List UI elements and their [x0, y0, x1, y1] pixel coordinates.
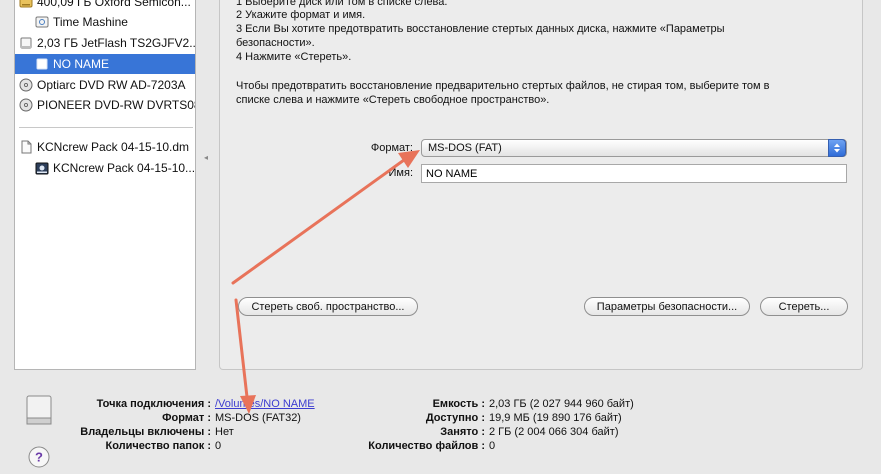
usb-drive-icon	[26, 395, 52, 425]
disk-list-sidebar[interactable]: 400,09 ГБ Oxford Semicon... Time Mashine…	[14, 0, 196, 370]
mounted-volume-icon	[35, 162, 49, 175]
available-value: 19,9 МБ (19 890 176 байт)	[489, 412, 622, 424]
free-space-note: Чтобы предотвратить восстановление предв…	[236, 80, 770, 92]
owners-value: Нет	[215, 426, 234, 438]
sidebar-item-kcncrew-volume[interactable]: KCNcrew Pack 04-15-10...	[15, 158, 196, 178]
files-value: 0	[489, 440, 496, 452]
format-label: Формат:	[370, 142, 413, 154]
mount-point-label: Точка подключения :	[96, 398, 211, 410]
sidebar-item-label: KCNcrew Pack 04-15-10...	[53, 161, 196, 175]
sidebar-item-label: 400,09 ГБ Oxford Semicon...	[37, 0, 191, 9]
folders-label: Количество папок :	[105, 440, 211, 452]
erase-button[interactable]: Стереть...	[760, 297, 848, 316]
hard-drive-icon	[19, 0, 33, 8]
sidebar-item-label: NO NAME	[53, 57, 110, 71]
instruction-line: 3 Если Вы хотите предотвратить восстанов…	[236, 23, 725, 35]
free-space-note: списке слева и нажмите «Стереть свободно…	[236, 94, 550, 106]
instruction-line: 4 Нажмите «Стереть».	[236, 51, 352, 63]
sidebar-item-label: Optiarc DVD RW AD-7203A	[37, 78, 186, 92]
mount-point-link[interactable]: /Volumes/NO NAME	[215, 398, 315, 410]
sidebar-item-pioneer-dvd[interactable]: PIONEER DVD-RW DVRTS08	[15, 95, 196, 115]
format-select[interactable]: MS-DOS (FAT)	[421, 139, 847, 157]
sidebar-item-label: Time Mashine	[53, 15, 128, 29]
sidebar-item-jetflash[interactable]: 2,03 ГБ JetFlash TS2GJFV2...	[15, 33, 196, 53]
sidebar-item-time-mashine[interactable]: Time Mashine	[15, 12, 195, 32]
name-label: Имя:	[388, 167, 413, 179]
capacity-label: Емкость :	[432, 398, 485, 410]
split-resize-handle[interactable]: ◂	[204, 154, 209, 162]
optical-drive-icon	[19, 78, 33, 92]
help-button[interactable]: ?	[28, 446, 50, 468]
svg-text:?: ?	[35, 450, 43, 465]
sidebar-separator	[19, 127, 193, 128]
format-info-label: Формат :	[162, 412, 211, 424]
format-select-value: MS-DOS (FAT)	[428, 142, 502, 154]
capacity-value: 2,03 ГБ (2 027 944 960 байт)	[489, 398, 634, 410]
format-info-value: MS-DOS (FAT32)	[215, 412, 301, 424]
used-value: 2 ГБ (2 004 066 304 байт)	[489, 426, 619, 438]
disk-image-icon	[21, 140, 32, 154]
sidebar-item-optiarc-dvd[interactable]: Optiarc DVD RW AD-7203A	[15, 75, 195, 95]
instruction-line: безопасности».	[236, 37, 315, 49]
sidebar-item-label: KCNcrew Pack 04-15-10.dm	[37, 140, 190, 154]
sidebar-item-label: 2,03 ГБ JetFlash TS2GJFV2...	[37, 36, 196, 50]
security-options-button[interactable]: Параметры безопасности...	[584, 297, 750, 316]
sidebar-item-no-name[interactable]: NO NAME	[15, 54, 195, 74]
folders-value: 0	[215, 440, 222, 452]
erase-panel: 1 Выберите диск или том в списке слева. …	[219, 0, 863, 370]
sidebar-item-oxford-disk[interactable]: 400,09 ГБ Oxford Semicon...	[15, 0, 195, 12]
usb-drive-icon	[20, 37, 32, 49]
sidebar-item-kcncrew-image[interactable]: KCNcrew Pack 04-15-10.dm	[15, 137, 195, 157]
up-down-arrows-icon	[834, 143, 840, 153]
files-label: Количество файлов :	[368, 440, 485, 452]
select-stepper	[828, 139, 846, 157]
owners-label: Владельцы включены :	[80, 426, 211, 438]
optical-drive-icon	[19, 98, 33, 112]
volume-icon	[36, 58, 48, 70]
name-input[interactable]	[421, 164, 847, 183]
available-label: Доступно :	[425, 412, 485, 424]
volume-icon	[35, 16, 49, 28]
instruction-line: 2 Укажите формат и имя.	[236, 9, 366, 21]
erase-free-space-button[interactable]: Стереть своб. пространство...	[238, 297, 418, 316]
sidebar-item-label: PIONEER DVD-RW DVRTS08	[37, 98, 196, 112]
used-label: Занято :	[440, 426, 485, 438]
